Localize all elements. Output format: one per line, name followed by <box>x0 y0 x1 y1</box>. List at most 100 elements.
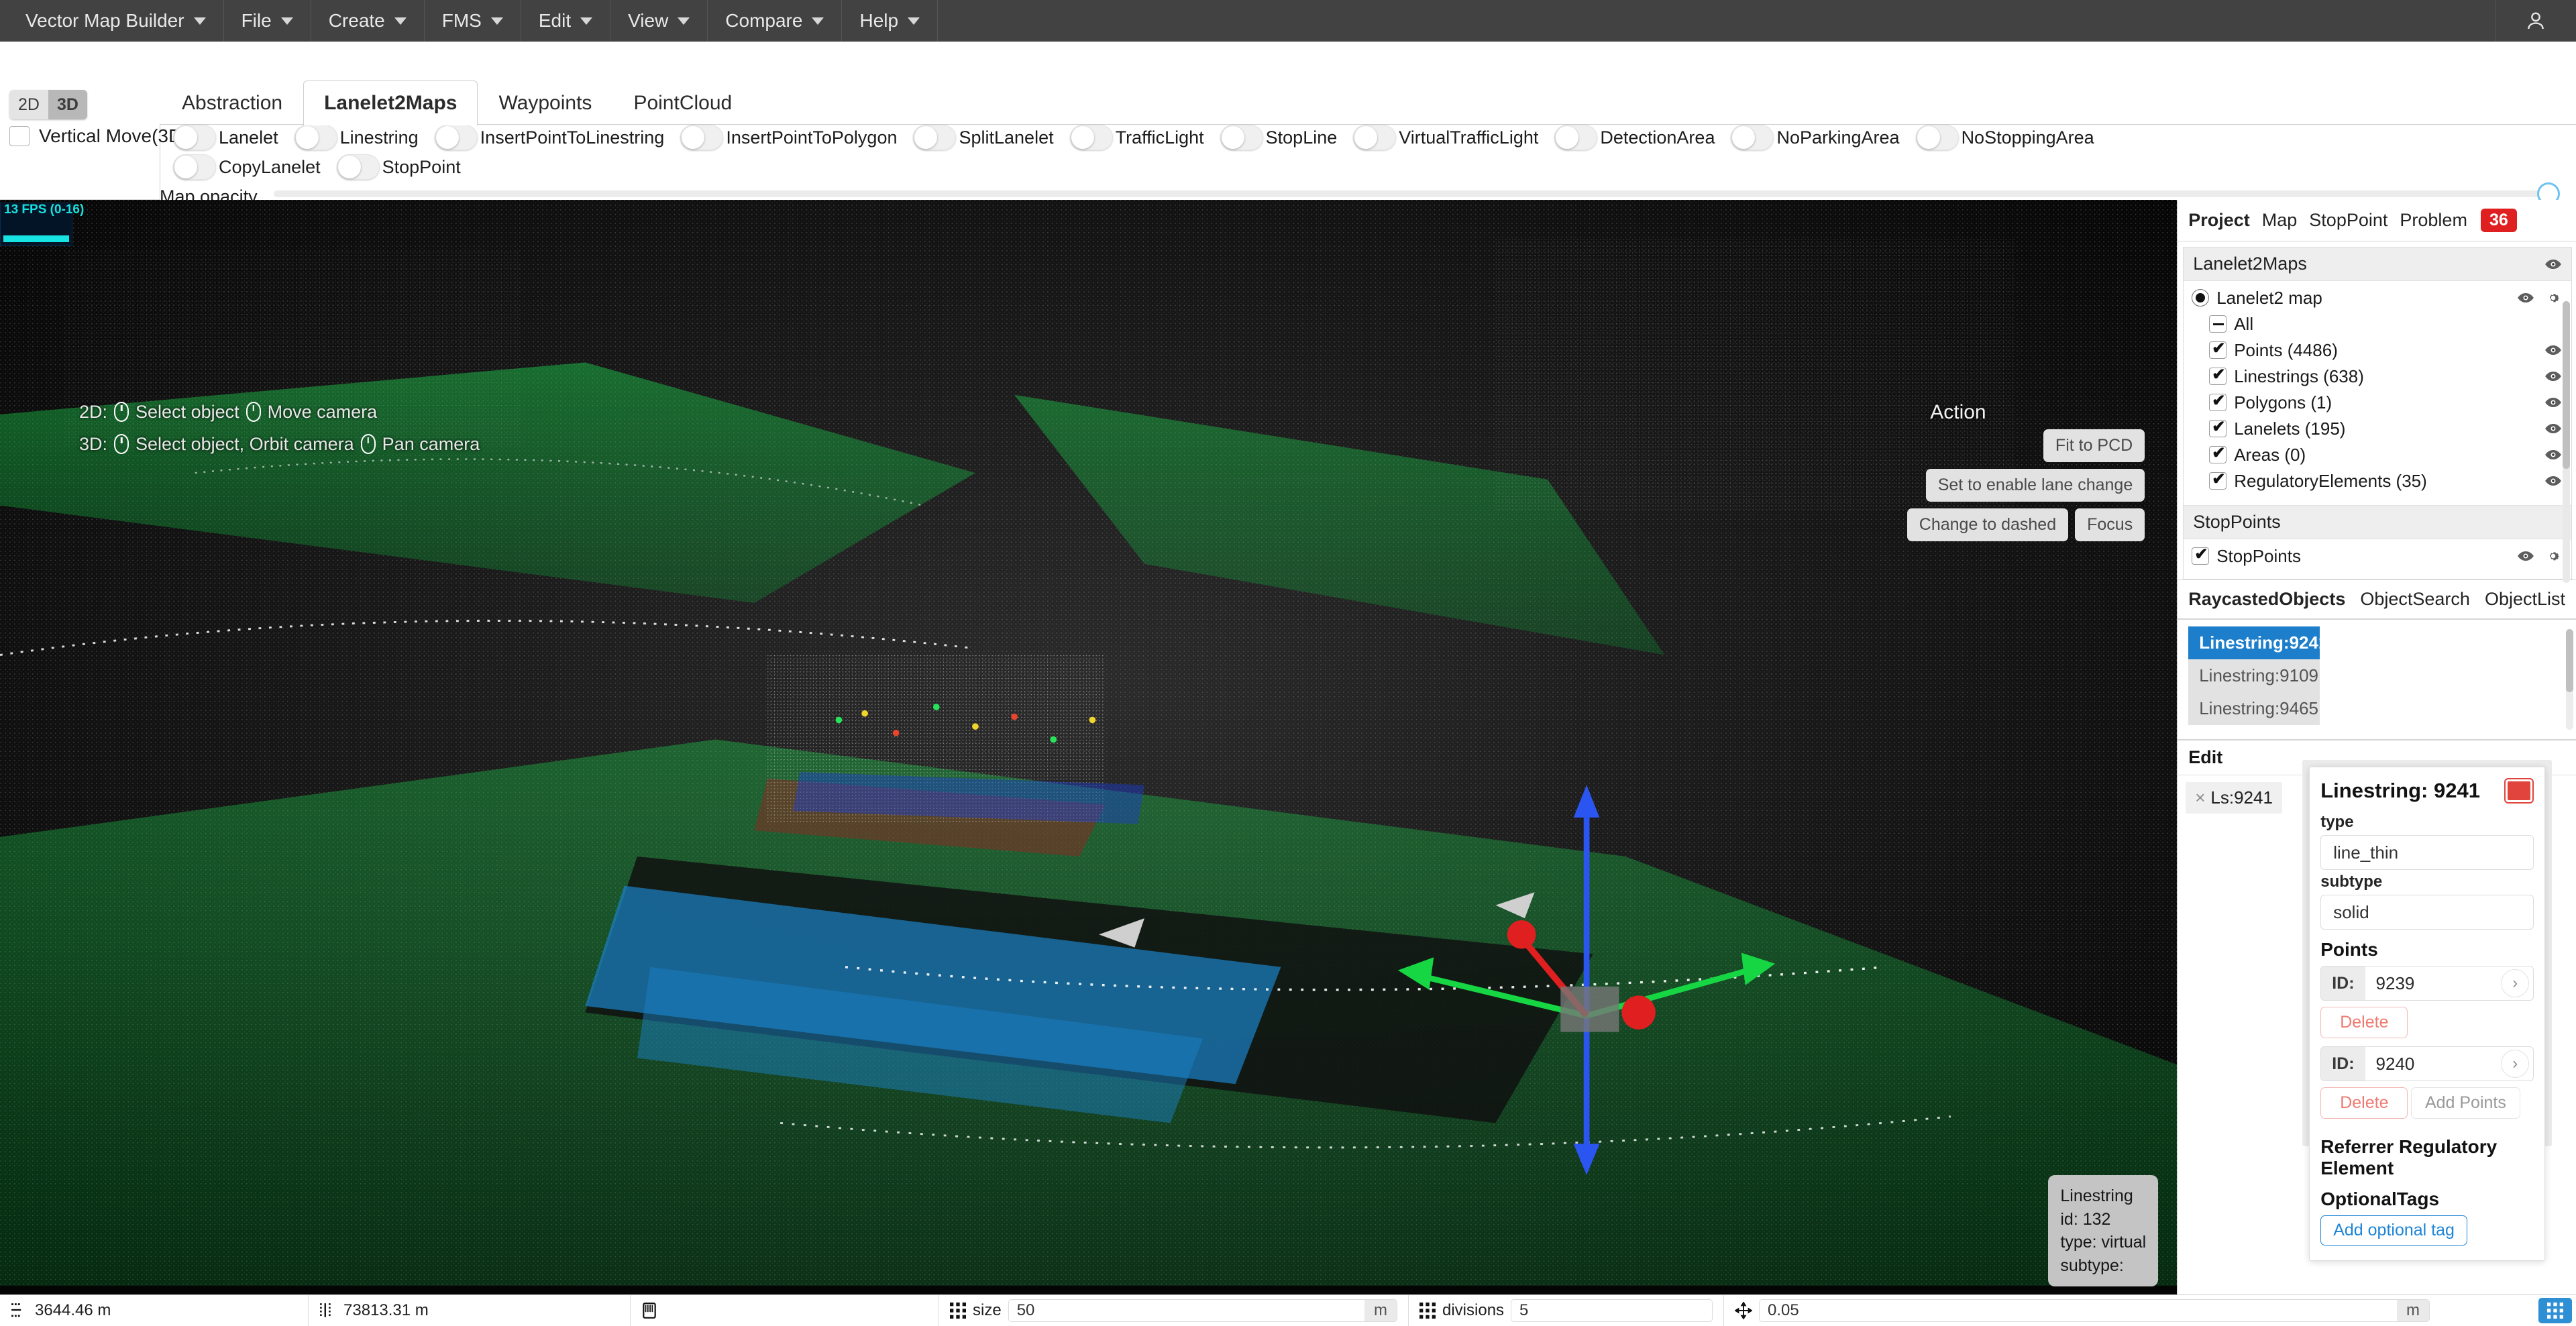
tab-abstraction[interactable]: Abstraction <box>161 80 303 125</box>
trash-icon[interactable] <box>2504 778 2534 804</box>
menu-help[interactable]: Help <box>842 0 938 42</box>
move-step-value[interactable]: 0.05 <box>1760 1301 2397 1320</box>
eye-icon[interactable] <box>2517 292 2534 304</box>
grid-size-input[interactable]: 50 m <box>1008 1299 1397 1322</box>
chevron-right-icon[interactable]: › <box>2501 969 2530 997</box>
grid-divisions-value[interactable]: 5 <box>1511 1301 1712 1320</box>
toggle-switch-icon[interactable] <box>173 125 216 150</box>
tab-pointcloud[interactable]: PointCloud <box>612 80 753 125</box>
eye-icon[interactable] <box>2544 449 2562 461</box>
eye-icon[interactable] <box>2544 475 2562 487</box>
toggle-insert-point-to-polygon[interactable]: InsertPointToPolygon <box>680 125 909 150</box>
tab-lanelet2maps[interactable]: Lanelet2Maps <box>303 80 478 125</box>
tree-node-lanelets[interactable]: Lanelets (195) <box>2209 417 2563 439</box>
tree-scrollbar[interactable] <box>2563 301 2570 583</box>
toggle-switch-icon[interactable] <box>336 154 380 180</box>
toggle-split-lanelet[interactable]: SplitLanelet <box>913 125 1065 150</box>
eye-icon[interactable] <box>2517 550 2534 562</box>
dimension-toggle-group[interactable]: 2D 3D <box>9 90 87 119</box>
menu-compare[interactable]: Compare <box>708 0 843 42</box>
gear-icon-wrap[interactable] <box>2543 290 2563 306</box>
tab-waypoints[interactable]: Waypoints <box>478 80 612 125</box>
eye-icon[interactable] <box>2544 396 2562 408</box>
checkbox-checked-icon[interactable] <box>2209 339 2227 359</box>
toggle-copy-lanelet[interactable]: CopyLanelet <box>173 154 333 180</box>
checkbox-checked-icon[interactable] <box>2209 443 2227 463</box>
delete-point-button[interactable]: Delete <box>2320 1007 2408 1038</box>
checkbox-checked-icon[interactable] <box>2209 365 2227 385</box>
3d-viewport[interactable]: 13 FPS (0-16) 2D: Select object Move cam… <box>0 200 2178 1294</box>
sidebar-tab-problem[interactable]: Problem <box>2400 210 2467 231</box>
eye-icon-wrap[interactable] <box>2516 292 2536 304</box>
list-item[interactable]: Linestring:9465 <box>2188 692 2320 725</box>
menu-file[interactable]: File <box>224 0 311 42</box>
toggle-linestring[interactable]: Linestring <box>294 125 431 150</box>
eye-icon-wrap[interactable] <box>2543 475 2563 487</box>
eye-icon[interactable] <box>2544 344 2562 356</box>
list-item[interactable]: Linestring:9241 <box>2188 626 2328 659</box>
vertical-move-3d-checkbox[interactable]: Vertical Move(3D) <box>9 125 189 147</box>
tree-node-areas[interactable]: Areas (0) <box>2209 443 2563 465</box>
slider-track[interactable] <box>274 182 2560 205</box>
toggle-lanelet[interactable]: Lanelet <box>173 125 290 150</box>
user-account-button[interactable] <box>2496 0 2576 42</box>
toggle-no-parking-area[interactable]: NoParkingArea <box>1731 125 1911 150</box>
grid-size-value[interactable]: 50 <box>1009 1301 1364 1320</box>
checkbox-indeterminate-icon[interactable] <box>2209 315 2227 333</box>
tab-raycasted-objects[interactable]: RaycastedObjects <box>2188 589 2345 610</box>
chevron-right-icon[interactable]: › <box>2501 1050 2530 1078</box>
eye-icon-wrap[interactable] <box>2543 344 2563 356</box>
sidebar-tab-map[interactable]: Map <box>2262 210 2298 231</box>
move-step-input[interactable]: 0.05 m <box>1759 1299 2430 1322</box>
checkbox-checked-icon[interactable] <box>2192 545 2210 565</box>
dimension-3d-button[interactable]: 3D <box>48 90 87 119</box>
eye-icon-wrap[interactable] <box>2516 550 2536 562</box>
tab-object-list[interactable]: ObjectList <box>2485 589 2565 610</box>
toggle-switch-icon[interactable] <box>1554 125 1598 150</box>
checkbox-checked-icon[interactable] <box>2209 417 2227 437</box>
sidebar-tab-stoppoint[interactable]: StopPoint <box>2309 210 2387 231</box>
tree-node-stoppoints[interactable]: StopPoints <box>2192 545 2563 566</box>
toggle-switch-icon[interactable] <box>1915 125 1959 150</box>
dimension-2d-button[interactable]: 2D <box>9 90 48 119</box>
gear-icon[interactable] <box>2545 548 2561 564</box>
eye-icon[interactable] <box>2544 423 2562 435</box>
set-enable-lane-change-button[interactable]: Set to enable lane change <box>1925 469 2145 502</box>
eye-icon-wrap[interactable] <box>2543 396 2563 408</box>
toggle-switch-icon[interactable] <box>1731 125 1774 150</box>
map-opacity-slider[interactable]: 0 1 <box>272 182 2560 219</box>
menu-edit[interactable]: Edit <box>521 0 611 42</box>
toggle-switch-icon[interactable] <box>913 125 957 150</box>
grid-divisions-input[interactable]: 5 <box>1511 1299 1713 1322</box>
eye-icon-wrap[interactable] <box>2543 423 2563 435</box>
checkbox-checked-icon[interactable] <box>2209 391 2227 411</box>
menu-create[interactable]: Create <box>311 0 425 42</box>
add-optional-tag-button[interactable]: Add optional tag <box>2320 1215 2467 1246</box>
toggle-no-stopping-area[interactable]: NoStoppingArea <box>1915 125 2106 150</box>
menu-fms[interactable]: FMS <box>425 0 521 42</box>
fit-to-pcd-button[interactable]: Fit to PCD <box>2043 429 2145 462</box>
raycasted-list-scrollbar[interactable] <box>2566 629 2573 730</box>
sidebar-tab-project[interactable]: Project <box>2188 210 2250 231</box>
tree-node-all[interactable]: All <box>2209 314 2563 334</box>
tree-node-polygons[interactable]: Polygons (1) <box>2209 391 2563 412</box>
tree-node-regulatory-elements[interactable]: RegulatoryElements (35) <box>2209 469 2563 491</box>
menu-view[interactable]: View <box>610 0 708 42</box>
focus-button[interactable]: Focus <box>2075 508 2145 541</box>
tree-node-lanelet2-map[interactable]: Lanelet2 map <box>2192 288 2563 308</box>
toggle-detection-area[interactable]: DetectionArea <box>1554 125 1727 150</box>
point-id-value[interactable]: 9239 <box>2365 973 2502 994</box>
menu-vector-map-builder[interactable]: Vector Map Builder <box>0 0 224 42</box>
gear-icon-wrap[interactable] <box>2543 548 2563 564</box>
eye-icon-wrap[interactable] <box>2543 370 2563 382</box>
toggle-switch-icon[interactable] <box>1069 125 1113 150</box>
point-id-value[interactable]: 9240 <box>2365 1054 2502 1074</box>
tree-node-linestrings[interactable]: Linestrings (638) <box>2209 365 2563 386</box>
subtype-field-input[interactable]: solid <box>2320 895 2534 930</box>
point-row[interactable]: ID: 9240 › <box>2320 1046 2534 1081</box>
close-icon[interactable]: × <box>2195 787 2205 808</box>
toggle-traffic-light[interactable]: TrafficLight <box>1069 125 1216 150</box>
tab-object-search[interactable]: ObjectSearch <box>2360 589 2470 610</box>
grid-toggle-button[interactable] <box>2538 1298 2572 1323</box>
tree-node-points[interactable]: Points (4486) <box>2209 339 2563 360</box>
